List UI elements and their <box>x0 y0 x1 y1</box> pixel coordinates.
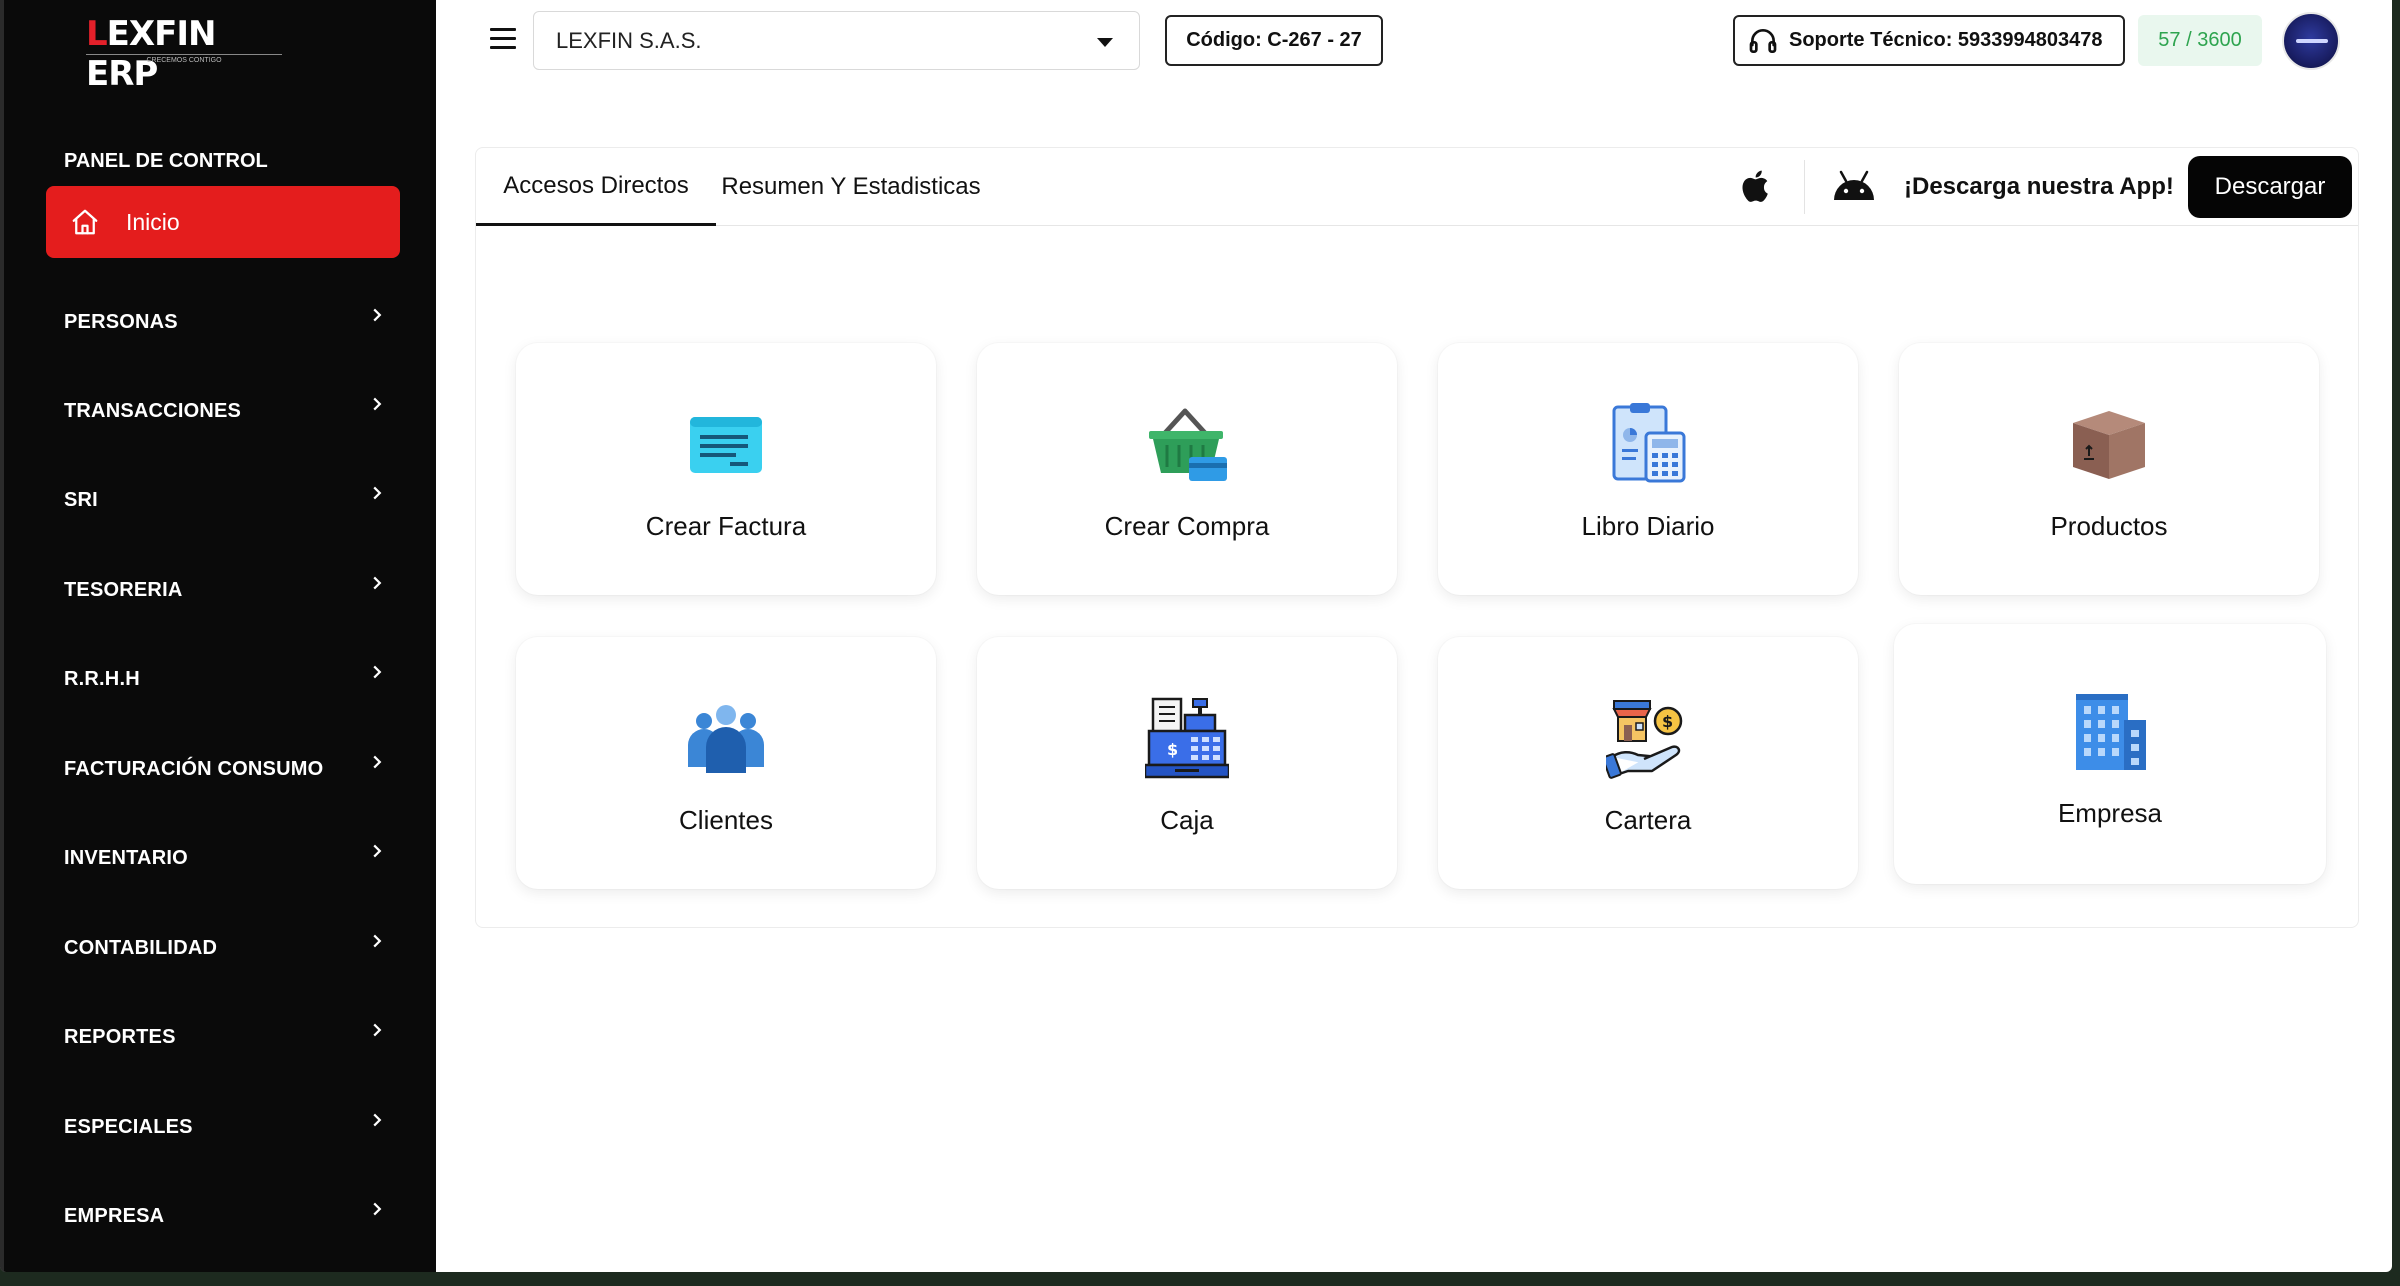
menu-toggle-icon[interactable] <box>490 28 518 50</box>
sidebar-item-label: CONTABILIDAD <box>64 936 218 959</box>
sidebar-item-label: SRI <box>64 488 98 511</box>
sidebar-item-label: TESORERIA <box>64 578 183 601</box>
cash-register-icon: $ <box>1145 697 1229 779</box>
building-icon <box>2076 694 2146 770</box>
chevron-right-icon <box>373 844 382 858</box>
sidebar-item-facturacion-consumo[interactable]: FACTURACIÓN CONSUMO <box>64 749 384 789</box>
sidebar-item-inicio[interactable]: Inicio <box>46 186 400 258</box>
support-button[interactable]: Soporte Técnico: 5933994803478 <box>1733 15 2125 66</box>
shortcuts-card: Accesos Directos Resumen Y Estadisticas … <box>475 147 2359 928</box>
sidebar-item-label: TRANSACCIONES <box>64 399 242 422</box>
sidebar-item-contabilidad[interactable]: CONTABILIDAD <box>64 928 384 968</box>
shortcut-label: Caja <box>1160 805 1214 835</box>
shortcut-clientes[interactable]: Clientes <box>516 637 936 889</box>
logo-tagline: CRECEMOS CONTIGO <box>86 54 282 64</box>
app-window: LEXFIN ERP CRECEMOS CONTIGO PANEL DE CON… <box>0 0 2392 1272</box>
people-icon <box>688 705 764 773</box>
sidebar-item-label: ESPECIALES <box>64 1115 193 1138</box>
company-select[interactable]: LEXFIN S.A.S. <box>533 11 1140 70</box>
sidebar-item-reportes[interactable]: REPORTES <box>64 1017 384 1057</box>
shortcut-label: Empresa <box>2057 798 2163 828</box>
sidebar-item-label: REPORTES <box>64 1025 176 1048</box>
chevron-right-icon <box>373 486 382 500</box>
shortcut-label: Crear Compra <box>1104 511 1270 541</box>
store-coin-hand-icon: $ <box>1606 700 1683 779</box>
company-select-value: LEXFIN S.A.S. <box>556 27 702 53</box>
shortcut-crear-factura[interactable]: Crear Factura <box>516 343 936 595</box>
shortcut-label: Productos <box>2050 511 2168 541</box>
clipboard-calculator-icon <box>1612 403 1686 483</box>
sidebar-item-especiales[interactable]: ESPECIALES <box>64 1107 384 1147</box>
shortcut-cartera[interactable]: $ Cartera <box>1438 637 1858 889</box>
shortcut-productos[interactable]: Productos <box>1899 343 2319 595</box>
logo[interactable]: LEXFIN ERP CRECEMOS CONTIGO <box>86 14 286 94</box>
chevron-right-icon <box>373 1202 382 1216</box>
svg-text:$: $ <box>1662 712 1673 731</box>
shortcut-label: Crear Factura <box>645 511 807 541</box>
usage-count-badge: 57 / 3600 <box>2138 15 2262 66</box>
sidebar-item-rrhh[interactable]: R.R.H.H <box>64 659 384 699</box>
sidebar-item-label: FACTURACIÓN CONSUMO <box>64 757 324 780</box>
shortcut-empresa[interactable]: Empresa <box>1894 624 2326 884</box>
svg-text:$: $ <box>1167 740 1178 759</box>
tab-accesos-directos[interactable]: Accesos Directos <box>476 148 716 226</box>
tabs-row: Accesos Directos Resumen Y Estadisticas … <box>476 148 2358 226</box>
apple-icon[interactable] <box>1738 166 1776 206</box>
sidebar-item-label: PERSONAS <box>64 310 178 333</box>
shortcut-caja[interactable]: $ Caja <box>977 637 1397 889</box>
chevron-right-icon <box>373 755 382 769</box>
support-label: Soporte Técnico: 5933994803478 <box>1789 29 2103 51</box>
panel-label: PANEL DE CONTROL <box>64 150 268 172</box>
invoice-icon <box>690 417 762 473</box>
chevron-right-icon <box>373 934 382 948</box>
tab-resumen-estadisticas[interactable]: Resumen Y Estadisticas <box>716 148 986 226</box>
shortcut-label: Clientes <box>679 805 773 835</box>
chevron-right-icon <box>373 1023 382 1037</box>
sidebar-item-inicio-label: Inicio <box>126 208 180 235</box>
chevron-right-icon <box>373 1113 382 1127</box>
basket-icon <box>1149 408 1227 481</box>
avatar[interactable] <box>2282 12 2340 70</box>
chevron-right-icon <box>373 576 382 590</box>
sidebar-item-label: R.R.H.H <box>64 667 140 690</box>
chevron-right-icon <box>373 665 382 679</box>
sidebar-item-personas[interactable]: PERSONAS <box>64 302 384 342</box>
sidebar-item-tesoreria[interactable]: TESORERIA <box>64 570 384 610</box>
shortcut-label: Libro Diario <box>1581 511 1715 541</box>
shortcut-label: Cartera <box>1604 805 1692 835</box>
download-app-text: ¡Descarga nuestra App! <box>1904 173 2174 200</box>
home-icon <box>72 209 98 235</box>
sidebar-item-transacciones[interactable]: TRANSACCIONES <box>64 391 384 431</box>
sidebar-item-inventario[interactable]: INVENTARIO <box>64 838 384 878</box>
sidebar-item-label: INVENTARIO <box>64 846 188 869</box>
headset-icon <box>1749 28 1777 53</box>
sidebar-item-label: EMPRESA <box>64 1204 165 1227</box>
sidebar-item-sri[interactable]: SRI <box>64 480 384 520</box>
chevron-right-icon <box>373 397 382 411</box>
android-icon[interactable] <box>1831 170 1877 202</box>
sidebar: LEXFIN ERP CRECEMOS CONTIGO PANEL DE CON… <box>0 0 436 1272</box>
shortcut-crear-compra[interactable]: Crear Compra <box>977 343 1397 595</box>
shortcut-libro-diario[interactable]: Libro Diario <box>1438 343 1858 595</box>
company-code-badge: Código: C-267 - 27 <box>1165 15 1383 66</box>
chevron-right-icon <box>373 308 382 322</box>
sidebar-item-empresa[interactable]: EMPRESA <box>64 1196 384 1236</box>
box-icon <box>2073 411 2145 479</box>
divider <box>1804 160 1805 214</box>
caret-down-icon <box>1097 38 1113 47</box>
download-button[interactable]: Descargar <box>2188 156 2352 218</box>
